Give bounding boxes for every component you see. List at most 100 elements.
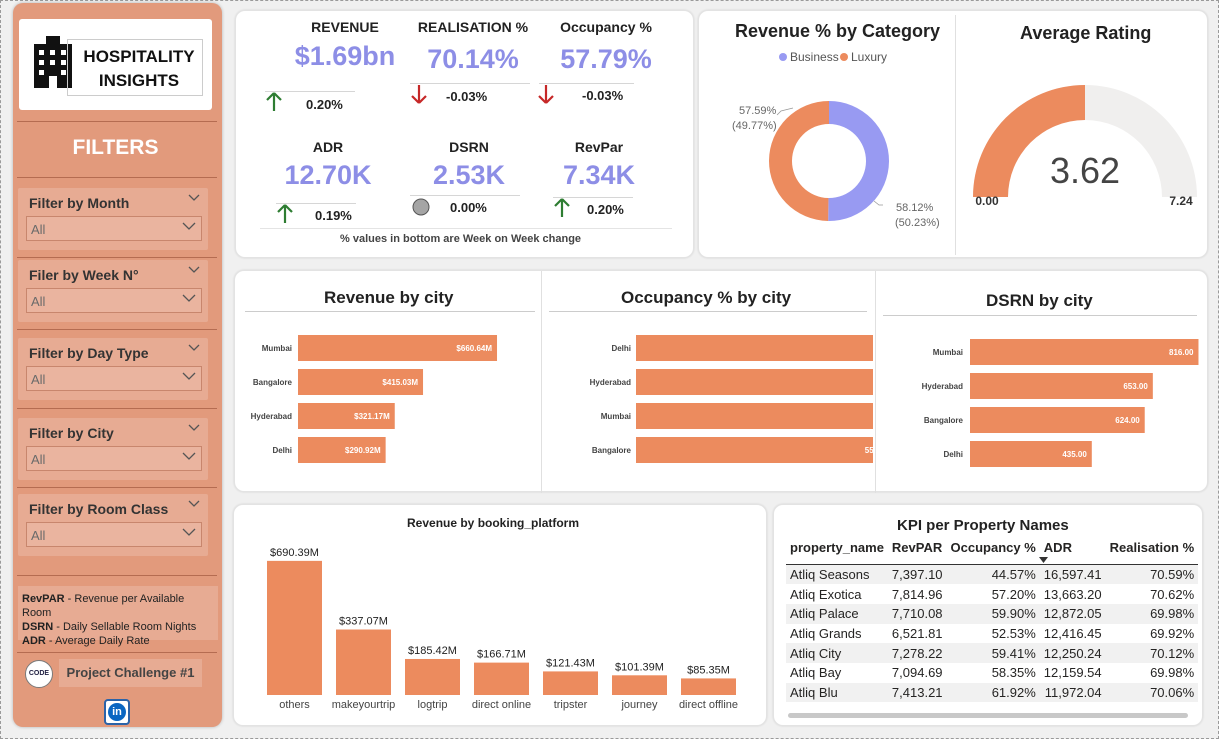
project-challenge-button[interactable]: Project Challenge #1 [59,659,202,687]
column-header[interactable]: property_name [786,536,888,565]
filter-room-class-dropdown[interactable]: All [26,522,202,547]
kpi-revpar-value: 7.34K [562,160,636,190]
value-cell: 57.20% [991,586,1036,602]
property-name-cell: Atliq Bay [790,665,842,681]
filter-city-dropdown[interactable]: All [26,446,202,471]
dsrn-by-city-title: DSRN by city [986,291,1093,310]
chevron-down-icon [182,372,196,380]
column-header[interactable]: ADR [1040,536,1106,565]
coder-badge-icon[interactable]: CODE [25,660,53,688]
column-header[interactable]: Occupancy % [947,536,1040,565]
bar-value-label: $690.39M [270,547,319,559]
bar-category-label: logtrip [418,699,448,711]
bar[interactable] [474,662,529,695]
booking-platform-panel: Revenue by booking_platform $690.39M othe… [233,504,767,726]
booking-platform-chart: $690.39M others $337.07M makeyourtrip $185.4… [267,547,738,711]
bar[interactable] [543,671,598,695]
bar[interactable] [636,403,873,429]
rating-value: 3.62 [1050,150,1120,191]
business-slice-label: 58.12% [896,202,934,214]
sort-desc-icon[interactable] [1039,557,1048,563]
arrow-down-icon [538,85,554,104]
bar-category-label: Hyderabad [590,378,631,387]
value-cell: 11,972.04 [1044,684,1102,700]
bar[interactable] [267,560,322,695]
horizontal-scrollbar[interactable] [788,713,1188,718]
occupancy-by-city-title: Occupancy % by city [621,288,792,307]
bar-value-label: $290.92M [345,446,381,455]
business-slice-pct: (50.23%) [895,217,940,229]
filter-week-dropdown[interactable]: All [26,288,202,313]
bar[interactable] [405,658,460,695]
property-name-cell: Atliq Palace [790,606,859,622]
kpi-occupancy: Occupancy % 57.79% [531,19,681,75]
chevron-down-icon[interactable] [188,194,200,202]
bar-category-label: Delhi [943,450,963,459]
kpi-occupancy-change: -0.03% [582,88,624,103]
glossary-item: DSRN - Daily Sellable Room Nights [22,621,197,633]
legend-luxury[interactable]: Luxury [840,50,887,64]
kpi-glossary: RevPAR - Revenue per Available Room DSRN… [18,586,218,647]
chevron-down-icon[interactable] [188,500,200,508]
donut-slice-luxury[interactable] [769,101,829,221]
bar[interactable] [681,678,736,695]
value-cell: 70.12% [1150,645,1195,661]
table-header-row: property_name RevPAR Occupancy % ADR Rea… [786,536,1199,565]
bar[interactable] [612,675,667,695]
table-row[interactable]: Atliq Palace 7,710.08 59.90% 12,872.05 69.98… [786,603,1199,624]
revenue-by-city-title: Revenue by city [324,288,454,307]
filters-title: FILTERS [72,136,159,159]
filter-day-type: Filter by Day Type All [18,338,208,400]
average-rating-gauge: 3.62 0.00 7.24 [973,85,1197,208]
chevron-down-icon[interactable] [188,344,200,352]
linkedin-icon[interactable]: in [104,699,130,725]
bar[interactable] [636,369,873,395]
kpi-revenue-change: 0.20% [306,97,343,112]
bar-value-label: $321.17M [354,412,390,421]
filter-month-dropdown[interactable]: All [26,216,202,241]
bar-value-label: 816.00 [1169,348,1194,357]
bar[interactable] [636,437,873,463]
filter-month: Filter by Month All [18,188,208,250]
bar-value-label: 435.00 [1062,450,1087,459]
column-header[interactable]: RevPAR [888,536,947,565]
value-cell: 6,521.81 [891,625,943,641]
bar-category-label: Mumbai [933,348,963,357]
donut-slice-business[interactable] [828,101,889,221]
value-cell: 7,814.96 [891,586,943,602]
bar-value-label: 653.00 [1123,382,1148,391]
bar[interactable] [970,339,1199,365]
bar-category-label: Hyderabad [922,382,963,391]
bar-category-label: direct online [472,699,531,711]
chevron-down-icon[interactable] [188,424,200,432]
kpi-cards-panel: REVENUE $1.69bn REALISATION % 70.14% Occ… [235,10,694,258]
table-row[interactable]: Atliq Seasons 7,397.10 44.57% 16,597.41 70.5… [786,564,1199,585]
table-row[interactable]: Atliq Grands 6,521.81 52.53% 12,416.45 69.92… [786,624,1198,644]
kpi-note: % values in bottom are Week on Week chan… [340,233,582,245]
filter-week: Filer by Week N° All [18,260,208,322]
value-cell: 70.59% [1150,567,1195,583]
bar[interactable] [336,629,391,695]
table-row[interactable]: Atliq Blu 7,413.21 61.92% 11,972.04 70.06% [786,682,1199,703]
value-cell: 69.92% [1150,625,1195,641]
bar[interactable] [636,335,873,361]
table-row[interactable]: Atliq Bay 7,094.69 58.35% 12,159.54 69.98% [786,663,1198,683]
chevron-down-icon[interactable] [188,266,200,274]
kpi-adr: ADR 12.70K [253,139,403,191]
bar-category-label: makeyourtrip [332,699,396,711]
chevron-down-icon [182,528,196,536]
column-header[interactable]: Realisation % [1106,536,1199,565]
bar-category-label: Mumbai [601,412,631,421]
kpi-revpar: RevPar 7.34K [524,139,674,191]
legend-business[interactable]: Business [779,50,839,64]
table-row[interactable]: Atliq Exotica 7,814.96 57.20% 13,663.20 70.6… [786,584,1198,604]
bar-value-label: 624.00 [1115,416,1140,425]
kpi-realisation-value: 70.14% [427,44,519,74]
chevron-down-icon [182,222,196,230]
table-row[interactable]: Atliq City 7,278.22 59.41% 12,250.24 70.12% [786,643,1199,663]
filter-day-type-dropdown[interactable]: All [26,366,202,391]
bar-value-label: 55.68% [865,446,873,455]
bar-category-label: Bangalore [592,446,632,455]
luxury-slice-label: 57.59% [739,105,777,117]
property-name-cell: Atliq Seasons [790,567,870,583]
